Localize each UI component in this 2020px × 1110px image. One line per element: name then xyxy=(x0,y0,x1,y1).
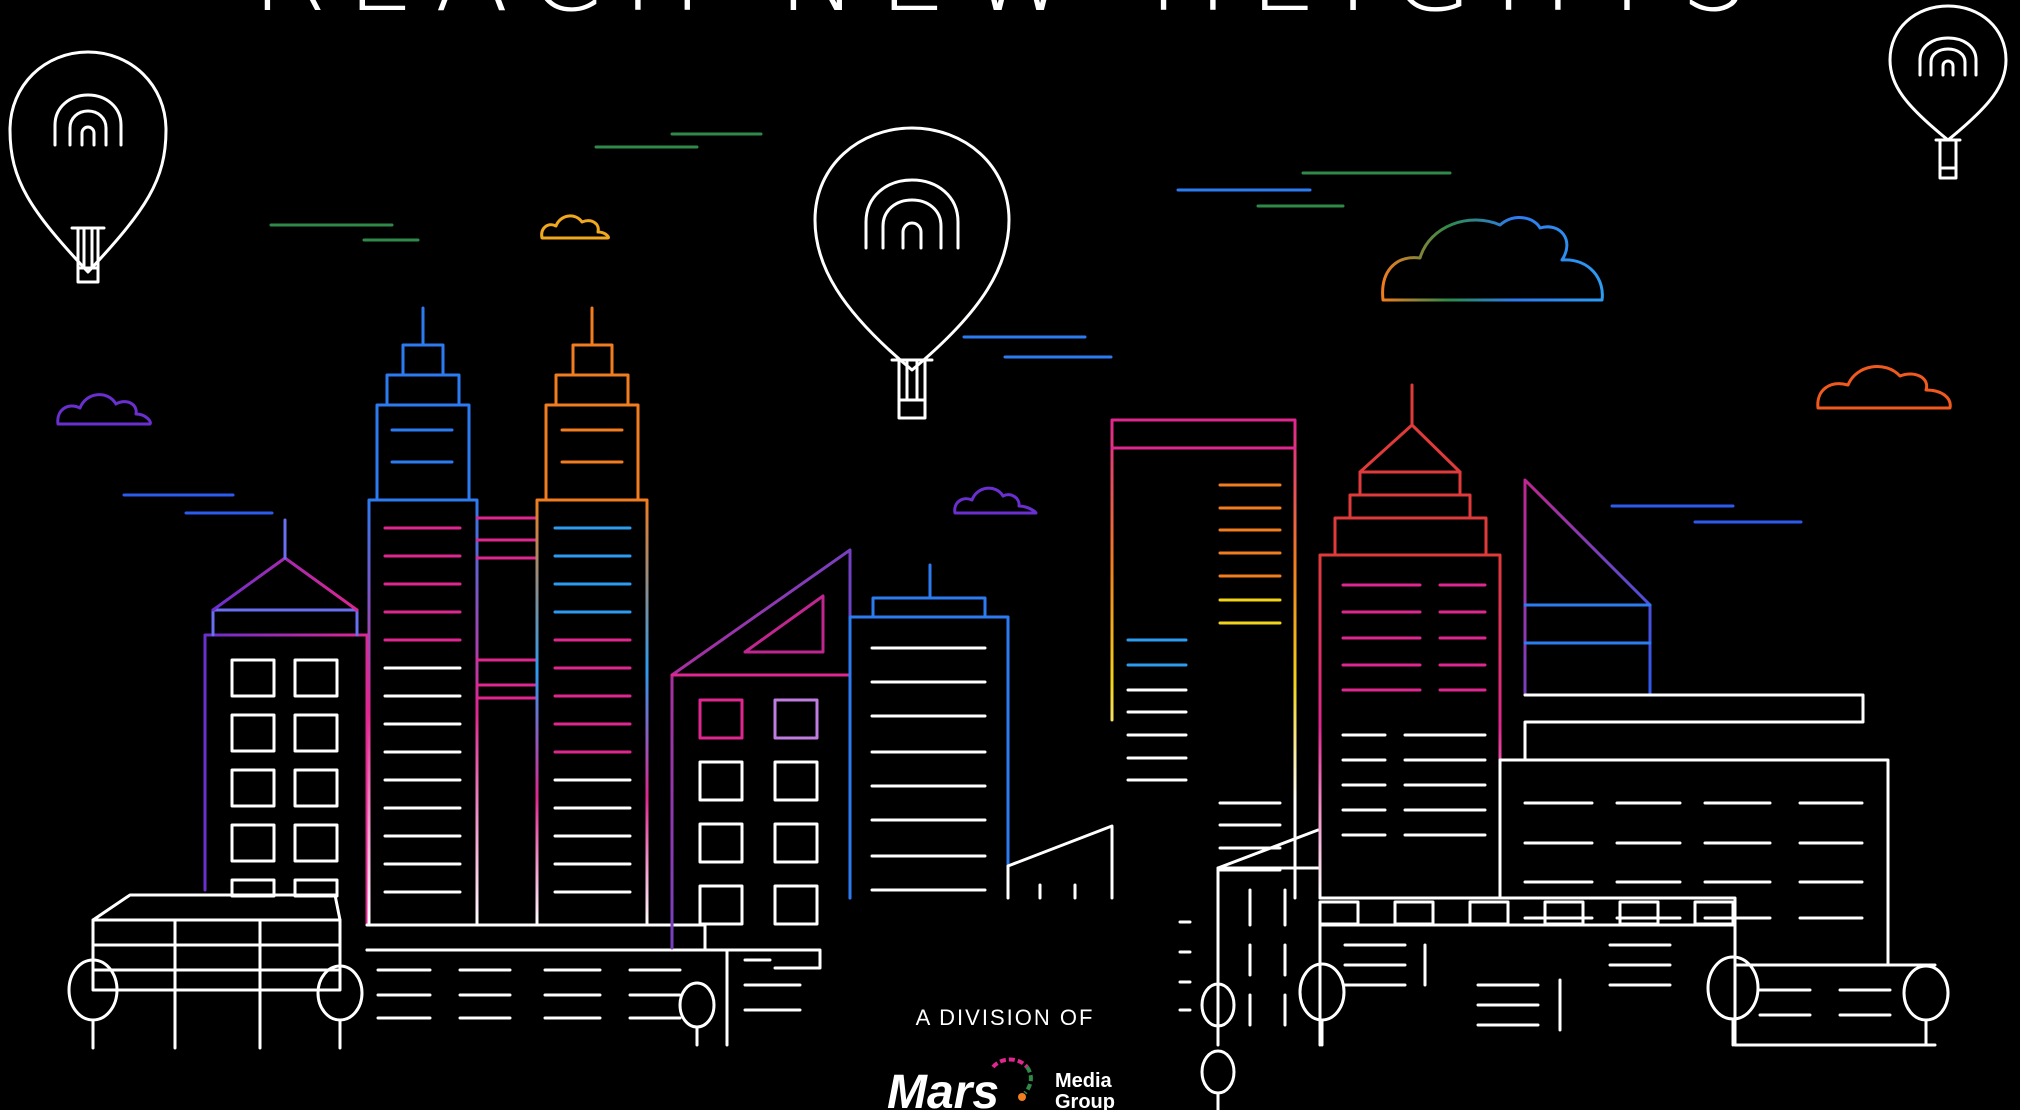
cloud-icon xyxy=(56,393,152,426)
building xyxy=(67,893,364,1050)
building xyxy=(1178,828,1320,1110)
cloud-icon xyxy=(1381,216,1604,302)
building xyxy=(1298,896,1950,1047)
building xyxy=(1498,758,1890,967)
logo-group-text: Group xyxy=(1055,1091,1115,1110)
hot-air-balloon-icon xyxy=(1888,4,2008,180)
building xyxy=(365,923,802,1047)
building xyxy=(670,548,852,970)
hot-air-balloon-icon xyxy=(813,126,1011,420)
building xyxy=(848,563,1114,900)
building xyxy=(203,518,369,927)
cloud-icon xyxy=(953,486,1038,515)
cloud-icon xyxy=(540,214,610,240)
cloud-icon xyxy=(1816,365,1952,410)
division-label: A DIVISION OF xyxy=(915,1005,1095,1030)
hot-air-balloon-icon xyxy=(8,50,168,284)
logo-mars-text: Mars xyxy=(887,1066,999,1110)
city-skyline-illustration xyxy=(8,4,2008,1110)
mars-media-group-logo: Mars Media Group xyxy=(887,1057,1115,1110)
building xyxy=(535,306,649,927)
building xyxy=(1110,418,1297,900)
building xyxy=(367,306,479,927)
building xyxy=(1318,383,1502,900)
logo-media-text: Media xyxy=(1055,1070,1113,1092)
building xyxy=(475,516,539,927)
